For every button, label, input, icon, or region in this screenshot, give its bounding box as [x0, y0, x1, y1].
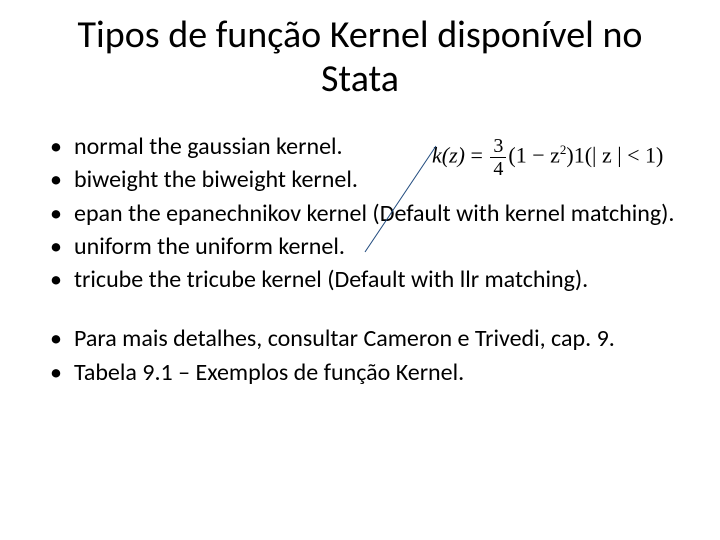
list-item: normal the gaussian kernel.: [70, 132, 678, 161]
list-item: tricube the tricube kernel (Default with…: [70, 265, 678, 294]
list-item: epan the epanechnikov kernel (Default wi…: [70, 199, 678, 228]
list-item: biweight the biweight kernel.: [70, 165, 678, 194]
list-gap: [42, 298, 678, 324]
bullet-list-footer: Para mais detalhes, consultar Cameron e …: [42, 324, 678, 387]
list-item: Tabela 9.1 – Exemplos de função Kernel.: [70, 358, 678, 387]
list-item: uniform the uniform kernel.: [70, 232, 678, 261]
slide-body: normal the gaussian kernel. biweight the…: [42, 132, 678, 391]
list-item: Para mais detalhes, consultar Cameron e …: [70, 324, 678, 353]
slide: Tipos de função Kernel disponível no Sta…: [0, 0, 720, 540]
slide-title: Tipos de função Kernel disponível no Sta…: [50, 14, 670, 101]
bullet-list-main: normal the gaussian kernel. biweight the…: [42, 132, 678, 294]
